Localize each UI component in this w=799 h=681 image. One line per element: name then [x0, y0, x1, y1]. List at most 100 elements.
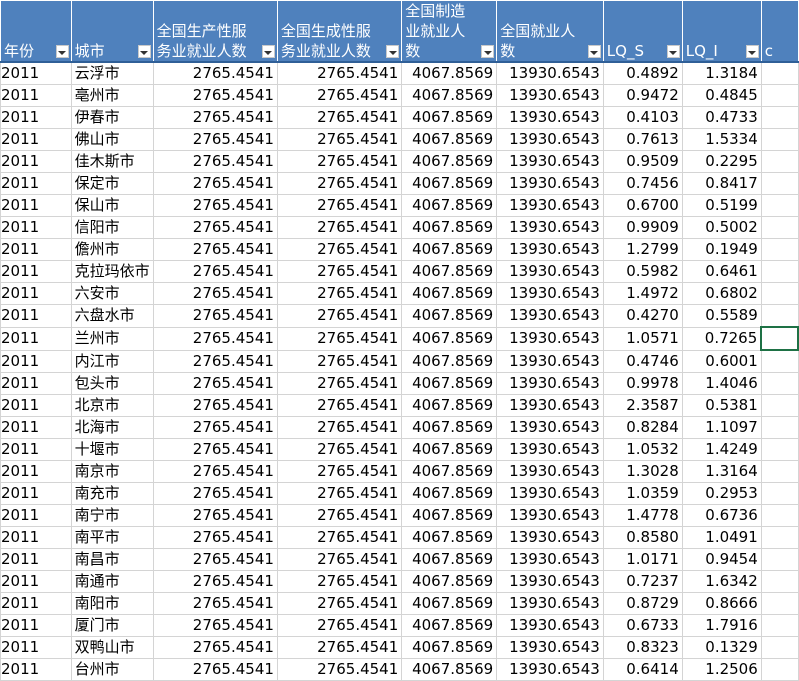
- cell-manufacturing[interactable]: 4067.8569: [401, 460, 498, 483]
- cell-prod-service[interactable]: 2765.4541: [152, 326, 278, 351]
- cell-city[interactable]: 南昌市: [70, 548, 154, 571]
- cell-gen-service[interactable]: 2765.4541: [276, 150, 403, 173]
- cell-lq-i[interactable]: 0.4733: [681, 106, 762, 129]
- cell-lq-i[interactable]: 0.7265: [681, 326, 762, 351]
- cell-prod-service[interactable]: 2765.4541: [152, 438, 278, 461]
- cell-empty[interactable]: [760, 504, 799, 527]
- cell-empty[interactable]: [760, 172, 799, 195]
- cell-lq-s[interactable]: 0.4103: [602, 106, 683, 129]
- cell-prod-service[interactable]: 2765.4541: [152, 216, 278, 239]
- cell-lq-i[interactable]: 1.7916: [681, 614, 762, 637]
- cell-gen-service[interactable]: 2765.4541: [276, 460, 403, 483]
- cell-gen-service[interactable]: 2765.4541: [276, 260, 403, 283]
- cell-manufacturing[interactable]: 4067.8569: [401, 326, 498, 351]
- cell-lq-s[interactable]: 0.9909: [602, 216, 683, 239]
- cell-lq-i[interactable]: 0.9454: [681, 548, 762, 571]
- cell-city[interactable]: 亳州市: [70, 84, 154, 107]
- cell-manufacturing[interactable]: 4067.8569: [401, 526, 498, 549]
- cell-lq-s[interactable]: 0.7613: [602, 128, 683, 151]
- cell-employment[interactable]: 13930.6543: [496, 282, 604, 305]
- cell-empty[interactable]: [760, 570, 799, 593]
- cell-city[interactable]: 十堰市: [70, 438, 154, 461]
- cell-prod-service[interactable]: 2765.4541: [152, 416, 278, 439]
- cell-manufacturing[interactable]: 4067.8569: [401, 504, 498, 527]
- cell-city[interactable]: 佳木斯市: [70, 150, 154, 173]
- cell-year[interactable]: 2011: [0, 636, 72, 659]
- cell-prod-service[interactable]: 2765.4541: [152, 394, 278, 417]
- cell-employment[interactable]: 13930.6543: [496, 526, 604, 549]
- cell-lq-i[interactable]: 0.5381: [681, 394, 762, 417]
- cell-manufacturing[interactable]: 4067.8569: [401, 216, 498, 239]
- cell-gen-service[interactable]: 2765.4541: [276, 658, 403, 681]
- cell-year[interactable]: 2011: [0, 326, 72, 351]
- cell-gen-service[interactable]: 2765.4541: [276, 482, 403, 505]
- cell-gen-service[interactable]: 2765.4541: [276, 636, 403, 659]
- cell-manufacturing[interactable]: 4067.8569: [401, 150, 498, 173]
- filter-dropdown-icon[interactable]: [481, 45, 495, 58]
- cell-employment[interactable]: 13930.6543: [496, 84, 604, 107]
- cell-gen-service[interactable]: 2765.4541: [276, 84, 403, 107]
- cell-prod-service[interactable]: 2765.4541: [152, 526, 278, 549]
- filter-dropdown-icon[interactable]: [137, 45, 151, 58]
- cell-lq-s[interactable]: 0.7237: [602, 570, 683, 593]
- cell-city[interactable]: 南阳市: [70, 592, 154, 615]
- cell-prod-service[interactable]: 2765.4541: [152, 504, 278, 527]
- cell-employment[interactable]: 13930.6543: [496, 238, 604, 261]
- cell-year[interactable]: 2011: [0, 592, 72, 615]
- cell-lq-s[interactable]: 0.9472: [602, 84, 683, 107]
- cell-empty[interactable]: [760, 416, 799, 439]
- cell-city[interactable]: 信阳市: [70, 216, 154, 239]
- cell-employment[interactable]: 13930.6543: [496, 172, 604, 195]
- cell-manufacturing[interactable]: 4067.8569: [401, 394, 498, 417]
- cell-year[interactable]: 2011: [0, 372, 72, 395]
- cell-year[interactable]: 2011: [0, 238, 72, 261]
- cell-city[interactable]: 兰州市: [70, 326, 154, 351]
- cell-lq-s[interactable]: 1.0571: [602, 326, 683, 351]
- cell-empty[interactable]: [760, 304, 799, 328]
- cell-employment[interactable]: 13930.6543: [496, 658, 604, 681]
- cell-lq-s[interactable]: 0.6414: [602, 658, 683, 681]
- cell-gen-service[interactable]: 2765.4541: [276, 61, 403, 85]
- cell-year[interactable]: 2011: [0, 194, 72, 217]
- cell-city[interactable]: 双鸭山市: [70, 636, 154, 659]
- cell-employment[interactable]: 13930.6543: [496, 128, 604, 151]
- cell-gen-service[interactable]: 2765.4541: [276, 282, 403, 305]
- cell-lq-i[interactable]: 0.8666: [681, 592, 762, 615]
- cell-employment[interactable]: 13930.6543: [496, 592, 604, 615]
- cell-manufacturing[interactable]: 4067.8569: [401, 238, 498, 261]
- cell-employment[interactable]: 13930.6543: [496, 106, 604, 129]
- cell-lq-i[interactable]: 0.1949: [681, 238, 762, 261]
- cell-lq-s[interactable]: 1.0359: [602, 482, 683, 505]
- cell-gen-service[interactable]: 2765.4541: [276, 592, 403, 615]
- cell-year[interactable]: 2011: [0, 349, 72, 373]
- cell-prod-service[interactable]: 2765.4541: [152, 482, 278, 505]
- cell-empty[interactable]: [760, 614, 799, 637]
- cell-empty[interactable]: [760, 548, 799, 571]
- cell-gen-service[interactable]: 2765.4541: [276, 548, 403, 571]
- cell-year[interactable]: 2011: [0, 282, 72, 305]
- cell-employment[interactable]: 13930.6543: [496, 304, 604, 328]
- cell-manufacturing[interactable]: 4067.8569: [401, 614, 498, 637]
- cell-city[interactable]: 内江市: [70, 349, 154, 373]
- cell-empty[interactable]: [760, 61, 799, 85]
- cell-city[interactable]: 六盘水市: [70, 304, 154, 328]
- cell-empty[interactable]: [760, 106, 799, 129]
- cell-manufacturing[interactable]: 4067.8569: [401, 84, 498, 107]
- cell-employment[interactable]: 13930.6543: [496, 372, 604, 395]
- cell-employment[interactable]: 13930.6543: [496, 504, 604, 527]
- cell-lq-i[interactable]: 1.0491: [681, 526, 762, 549]
- cell-prod-service[interactable]: 2765.4541: [152, 548, 278, 571]
- cell-city[interactable]: 南充市: [70, 482, 154, 505]
- cell-lq-i[interactable]: 1.4046: [681, 372, 762, 395]
- cell-manufacturing[interactable]: 4067.8569: [401, 570, 498, 593]
- cell-gen-service[interactable]: 2765.4541: [276, 416, 403, 439]
- cell-prod-service[interactable]: 2765.4541: [152, 372, 278, 395]
- cell-city[interactable]: 克拉玛依市: [70, 260, 154, 283]
- cell-manufacturing[interactable]: 4067.8569: [401, 172, 498, 195]
- cell-lq-s[interactable]: 0.7456: [602, 172, 683, 195]
- cell-lq-i[interactable]: 0.6736: [681, 504, 762, 527]
- cell-lq-s[interactable]: 1.3028: [602, 460, 683, 483]
- cell-lq-i[interactable]: 0.8417: [681, 172, 762, 195]
- cell-year[interactable]: 2011: [0, 482, 72, 505]
- cell-lq-i[interactable]: 0.6001: [681, 349, 762, 373]
